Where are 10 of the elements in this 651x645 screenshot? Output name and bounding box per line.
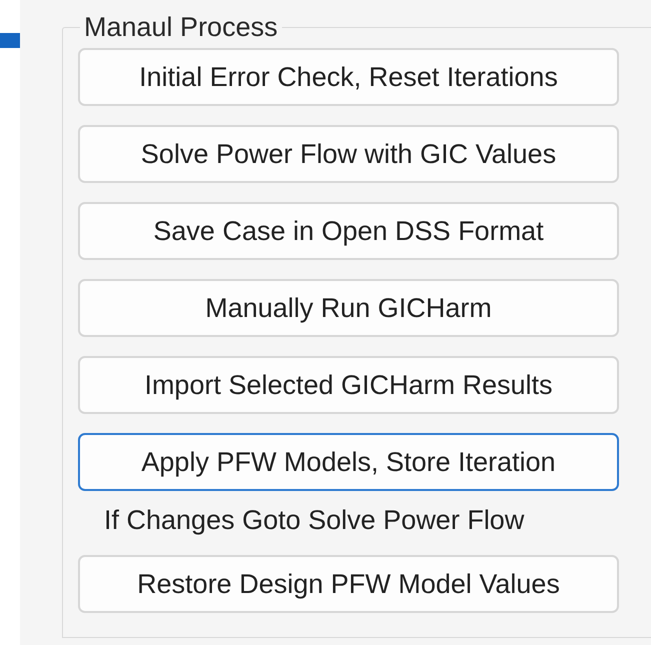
hint-text: If Changes Goto Solve Power Flow	[104, 505, 524, 536]
accent-bar	[0, 33, 20, 48]
action-button[interactable]: Initial Error Check, Reset Iterations	[78, 48, 619, 106]
action-button[interactable]: Save Case in Open DSS Format	[78, 202, 619, 260]
action-button[interactable]: Restore Design PFW Model Values	[78, 555, 619, 613]
action-button[interactable]: Import Selected GICHarm Results	[78, 356, 619, 414]
action-button[interactable]: Manually Run GICHarm	[78, 279, 619, 337]
action-button[interactable]: Solve Power Flow with GIC Values	[78, 125, 619, 183]
group-title: Manaul Process	[83, 12, 279, 42]
action-button[interactable]: Apply PFW Models, Store Iteration	[78, 433, 619, 491]
